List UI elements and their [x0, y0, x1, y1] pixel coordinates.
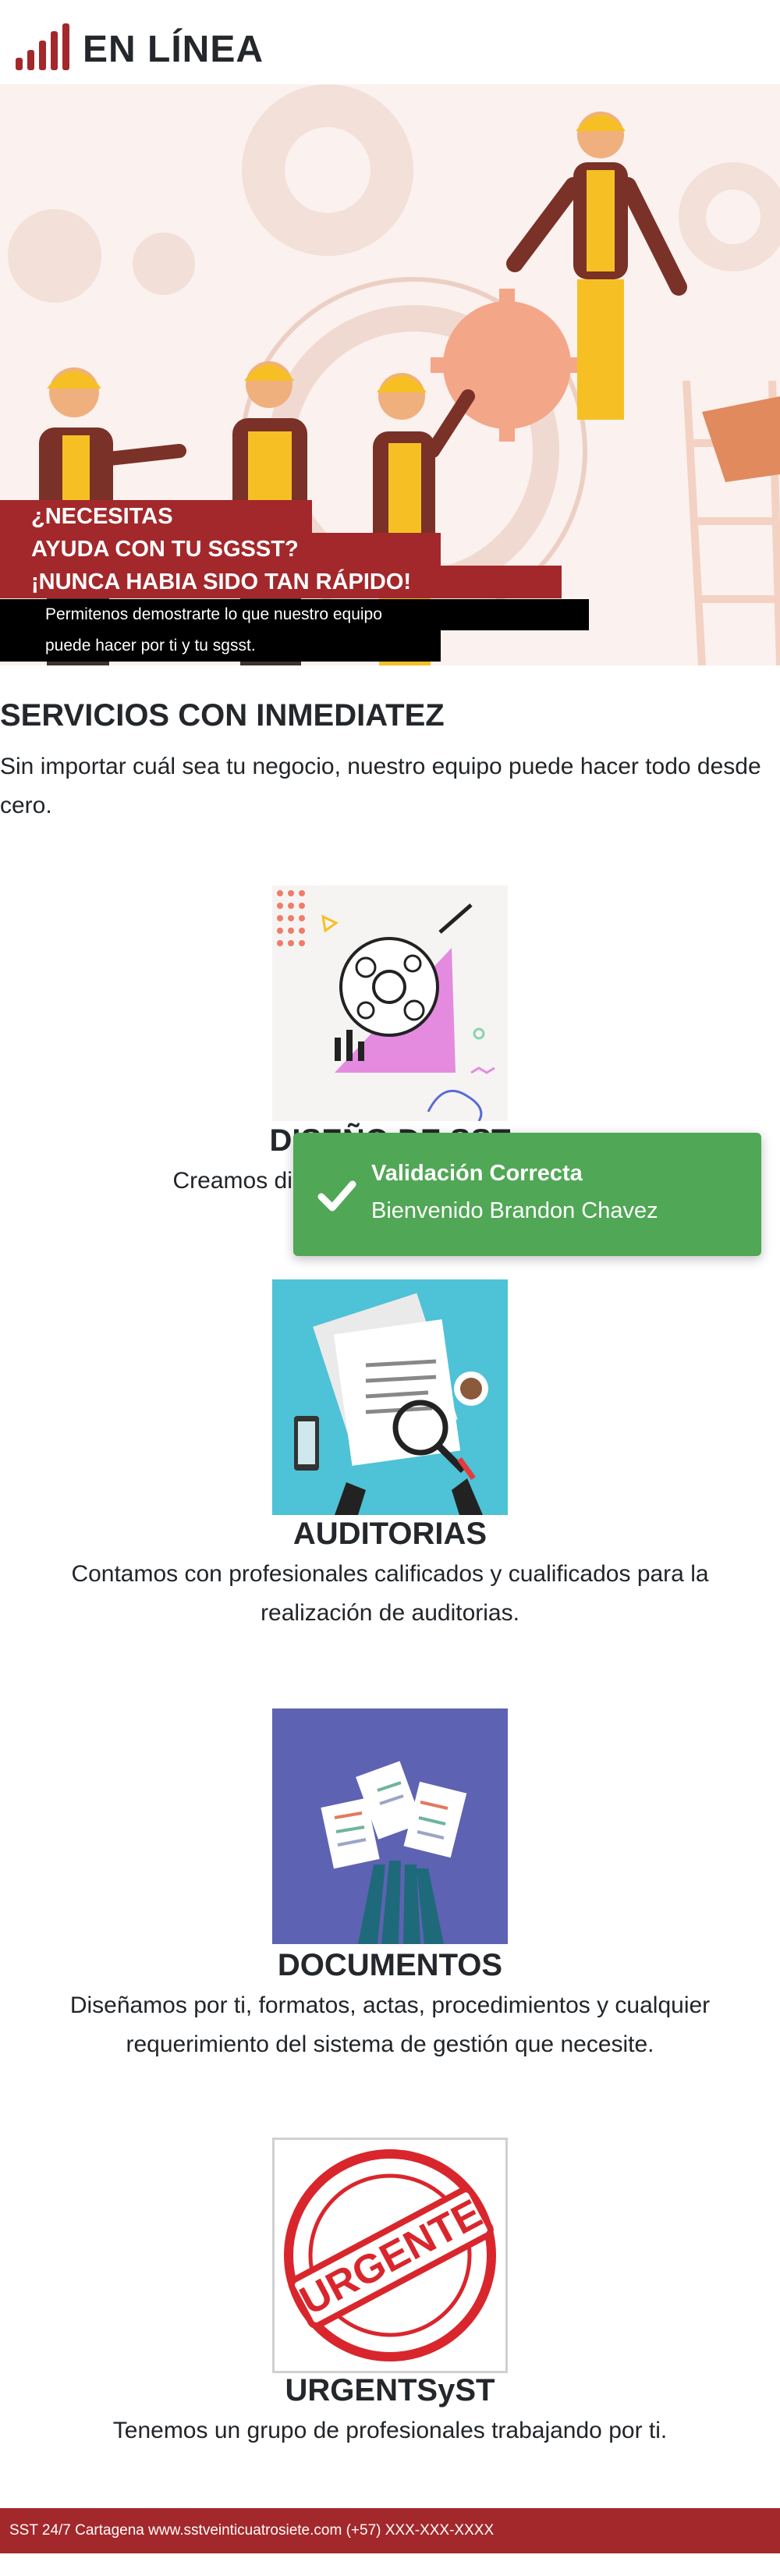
hero-subtext-2: puede hacer por ti y tu sgsst.: [0, 630, 441, 662]
hero-subtext-1: Permitenos demostrarte lo que nuestro eq…: [0, 599, 589, 630]
hero-headline-2: AYUDA CON TU SGSST?: [0, 533, 441, 566]
checkmark-icon: [317, 1180, 356, 1212]
service-description-documents: Diseñamos por ti, formatos, actas, proce…: [69, 1992, 711, 2057]
hero-headline-1: ¿NECESITAS: [0, 500, 312, 533]
signal-bars-icon: [16, 23, 69, 70]
site-header: EN LÍNEA: [0, 0, 780, 84]
documents-hands-illustration: [272, 1708, 508, 1944]
services-section-title: SERVICIOS CON INMEDIATEZ: [0, 698, 445, 733]
brand-name[interactable]: EN LÍNEA: [83, 28, 264, 71]
site-footer: SST 24/7 Cartagena www.sstveinticuatrosi…: [0, 2508, 780, 2553]
urgente-stamp-illustration: URGENTE: [272, 2138, 508, 2373]
service-title-urgent: URGENTSyST: [285, 2373, 495, 2407]
service-description-audits: Contamos con profesionales calificados y…: [71, 1561, 709, 1626]
hero-banner: ¿NECESITAS AYUDA CON TU SGSST? ¡NUNCA HA…: [0, 84, 780, 665]
hero-headline-3: ¡NUNCA HABIA SIDO TAN RÁPIDO!: [0, 566, 562, 598]
service-description-urgent: Tenemos un grupo de profesionales trabaj…: [112, 2418, 668, 2443]
validation-toast[interactable]: Validación Correcta Bienvenido Brandon C…: [293, 1133, 761, 1256]
audit-magnifier-illustration: [272, 1279, 508, 1515]
services-section-description: Sin importar cuál sea tu negocio, nuestr…: [0, 754, 761, 818]
service-title-documents: DOCUMENTOS: [277, 1948, 503, 1982]
service-title-audits: AUDITORIAS: [292, 1517, 488, 1551]
design-gears-illustration: [272, 885, 508, 1121]
footer-text: SST 24/7 Cartagena www.sstveinticuatrosi…: [9, 2522, 495, 2539]
toast-title: Validación Correcta: [371, 1161, 583, 1186]
toast-message: Bienvenido Brandon Chavez: [371, 1198, 658, 1223]
